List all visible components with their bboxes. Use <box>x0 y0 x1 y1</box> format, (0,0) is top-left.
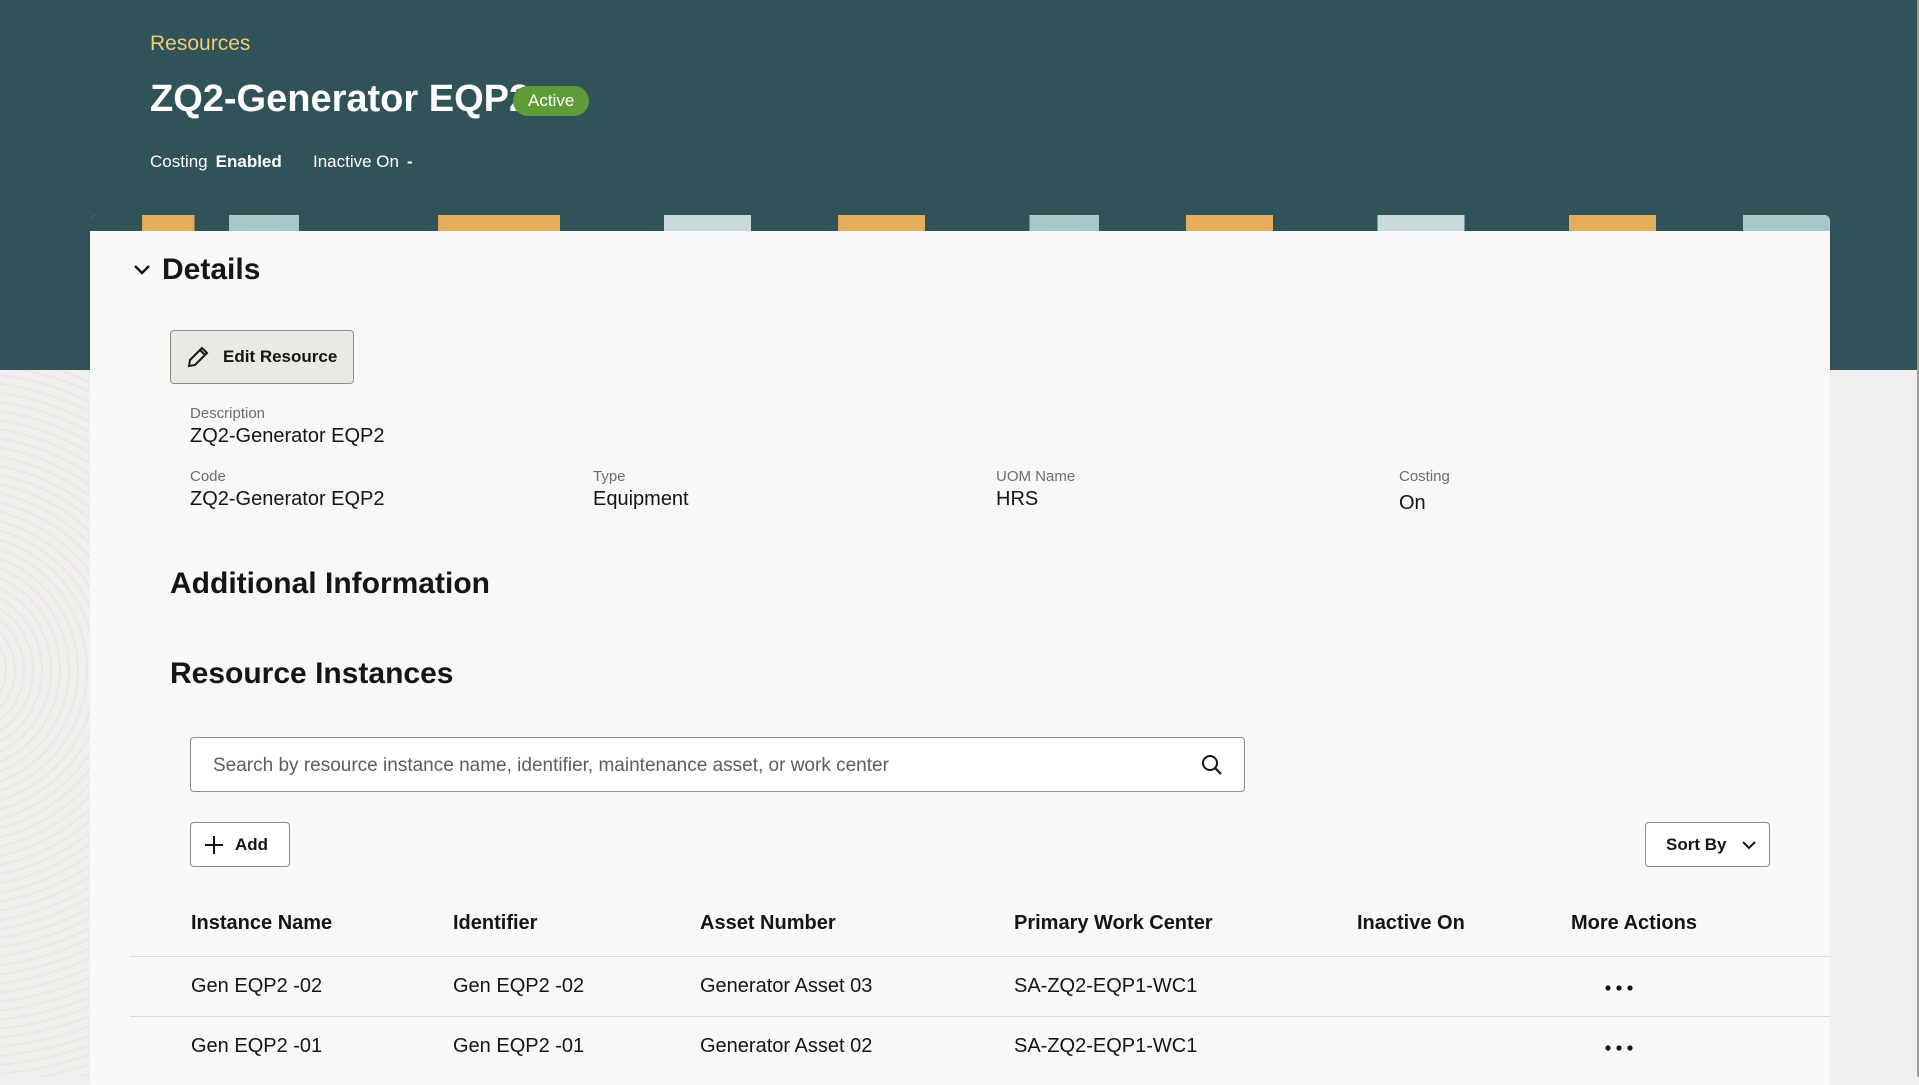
uom-value: HRS <box>996 488 1039 510</box>
description-value: ZQ2-Generator EQP2 <box>190 425 385 447</box>
chevron-down-icon[interactable] <box>130 257 154 281</box>
column-header-primary-work-center[interactable]: Primary Work Center <box>1014 912 1213 935</box>
table-divider <box>130 956 1830 957</box>
asset-number-cell: Generator Asset 02 <box>700 1035 873 1057</box>
more-actions-button[interactable] <box>1599 973 1639 1003</box>
instance-name-cell[interactable]: Gen EQP2 -01 <box>191 1035 322 1058</box>
details-card: Details Edit Resource Description ZQ2-Ge… <box>90 215 1830 1085</box>
column-header-inactive-on[interactable]: Inactive On <box>1357 912 1465 935</box>
inactive-on-meta: Inactive On - <box>313 152 413 172</box>
details-heading: Details <box>162 253 261 286</box>
more-actions-button[interactable] <box>1599 1033 1639 1063</box>
costing-meta: Costing Enabled <box>150 152 282 172</box>
code-label: Code <box>190 468 226 485</box>
status-badge: Active <box>513 86 590 116</box>
inactive-on-meta-label: Inactive On <box>313 152 399 171</box>
plus-icon <box>205 835 223 854</box>
work-center-cell: SA-ZQ2-EQP1-WC1 <box>1014 975 1198 997</box>
identifier-cell: Gen EQP2 -02 <box>453 975 585 997</box>
page-title: ZQ2-Generator EQP2 <box>150 78 531 120</box>
search-icon[interactable] <box>1200 753 1224 777</box>
identifier-cell: Gen EQP2 -01 <box>453 1035 585 1057</box>
add-button[interactable]: Add <box>190 822 290 867</box>
uom-label: UOM Name <box>996 468 1076 485</box>
column-header-asset-number[interactable]: Asset Number <box>700 912 836 935</box>
edit-resource-button[interactable]: Edit Resource <box>170 330 354 384</box>
edit-resource-label: Edit Resource <box>223 347 338 366</box>
chevron-down-icon <box>1742 840 1757 849</box>
code-value: ZQ2-Generator EQP2 <box>190 488 385 510</box>
resource-instances-heading: Resource Instances <box>170 657 454 690</box>
search-field[interactable] <box>190 737 1245 793</box>
pencil-icon <box>187 346 209 368</box>
costing-value: On <box>1399 492 1426 514</box>
search-input[interactable] <box>211 738 1175 793</box>
costing-meta-label: Costing <box>150 152 208 171</box>
card-decoration <box>90 215 1830 231</box>
sort-by-label: Sort By <box>1666 834 1727 854</box>
sort-by-button[interactable]: Sort By <box>1645 822 1770 867</box>
column-header-identifier[interactable]: Identifier <box>453 912 537 935</box>
instance-name-cell[interactable]: Gen EQP2 -02 <box>191 975 322 998</box>
work-center-cell: SA-ZQ2-EQP1-WC1 <box>1014 1035 1198 1057</box>
add-label: Add <box>235 834 269 854</box>
type-value: Equipment <box>593 488 689 510</box>
costing-label: Costing <box>1399 468 1450 485</box>
table-divider <box>130 1016 1830 1017</box>
description-label: Description <box>190 405 266 422</box>
costing-meta-value: Enabled <box>215 152 282 171</box>
column-header-instance-name[interactable]: Instance Name <box>191 912 332 935</box>
inactive-on-meta-value: - <box>407 152 413 171</box>
asset-number-cell: Generator Asset 03 <box>700 975 873 997</box>
breadcrumb[interactable]: Resources <box>150 32 250 56</box>
additional-information-heading: Additional Information <box>170 567 490 600</box>
column-header-more-actions: More Actions <box>1571 912 1697 934</box>
ellipsis-icon <box>1605 985 1633 991</box>
type-label: Type <box>593 468 626 485</box>
ellipsis-icon <box>1605 1045 1633 1051</box>
